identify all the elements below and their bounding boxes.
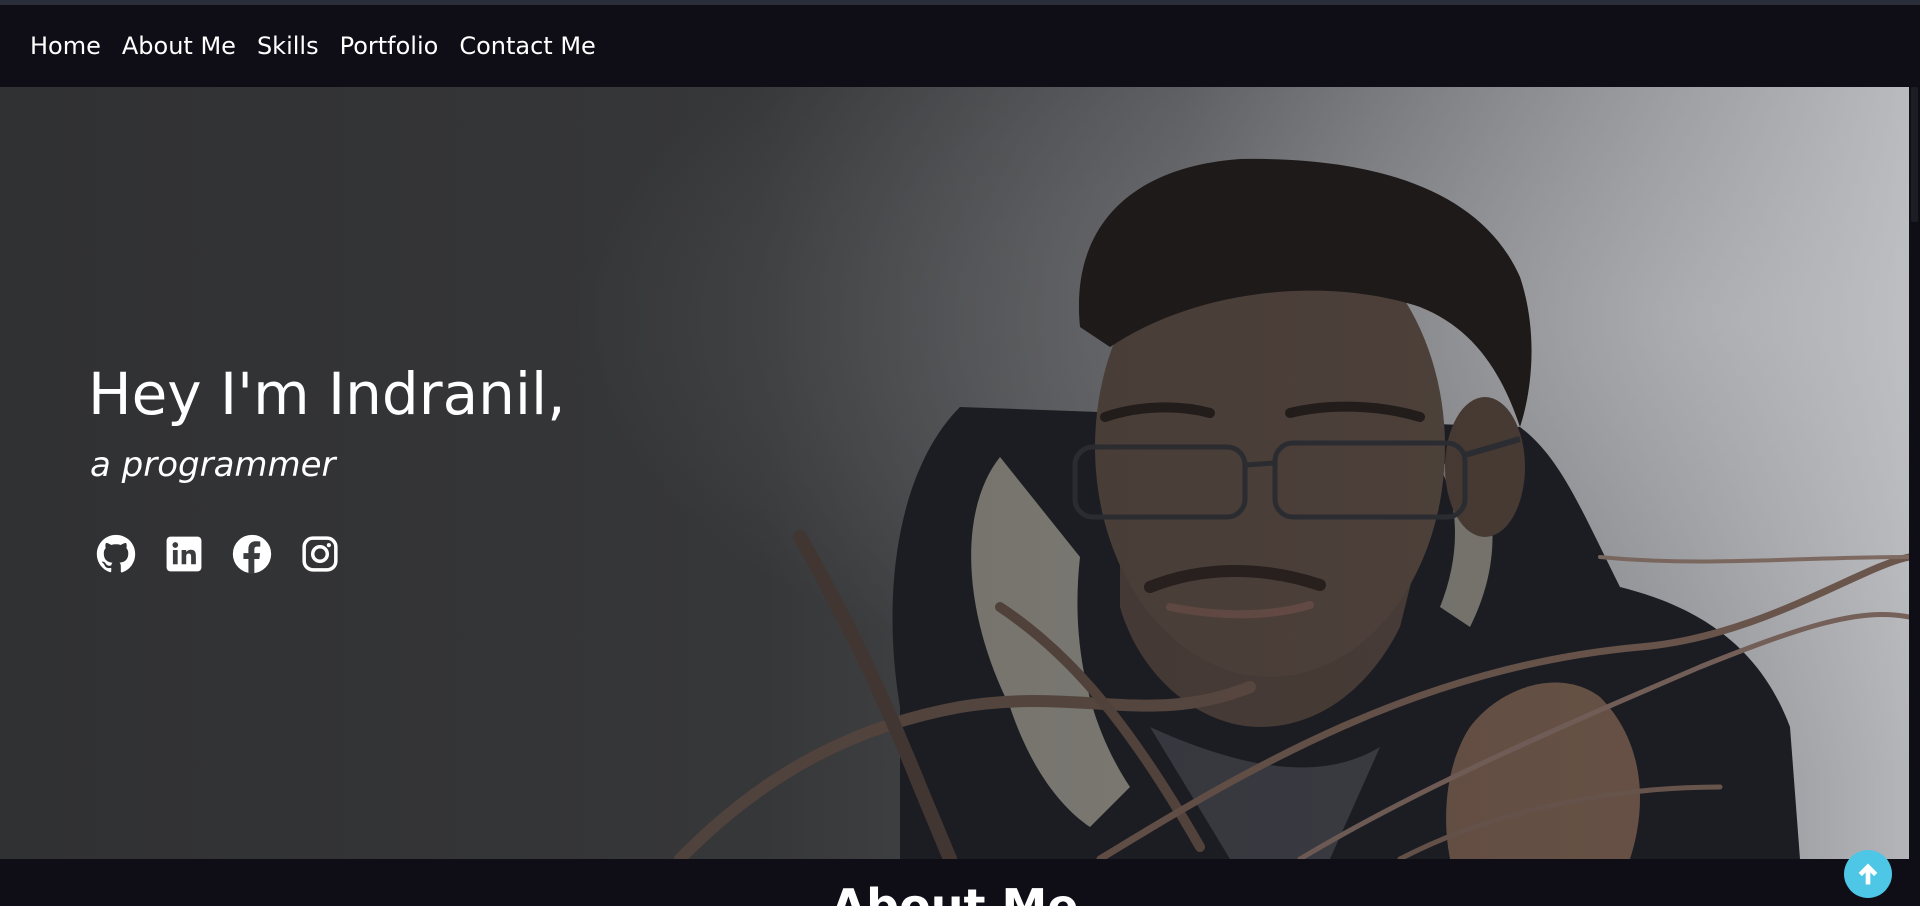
instagram-icon[interactable] bbox=[299, 533, 341, 575]
nav-link-contact-me[interactable]: Contact Me bbox=[459, 32, 595, 60]
linkedin-icon[interactable] bbox=[163, 533, 205, 575]
nav-link-portfolio[interactable]: Portfolio bbox=[340, 32, 439, 60]
nav-link-home[interactable]: Home bbox=[30, 32, 101, 60]
social-links bbox=[95, 533, 341, 575]
back-to-top-button[interactable] bbox=[1844, 850, 1892, 898]
hero-title: Hey I'm Indranil, bbox=[88, 360, 566, 428]
about-section: About Me bbox=[0, 859, 1909, 906]
scrollbar[interactable] bbox=[1909, 5, 1920, 906]
navbar: Home About Me Skills Portfolio Contact M… bbox=[0, 5, 1909, 87]
hero-section: Hey I'm Indranil, a programmer bbox=[0, 87, 1909, 859]
scrollbar-thumb[interactable] bbox=[1911, 87, 1918, 222]
hero-subtitle: a programmer bbox=[90, 445, 336, 485]
nav-link-skills[interactable]: Skills bbox=[257, 32, 319, 60]
github-icon[interactable] bbox=[95, 533, 137, 575]
arrow-up-icon bbox=[1858, 863, 1878, 885]
about-title: About Me bbox=[830, 879, 1079, 906]
nav-link-about-me[interactable]: About Me bbox=[122, 32, 236, 60]
facebook-icon[interactable] bbox=[231, 533, 273, 575]
